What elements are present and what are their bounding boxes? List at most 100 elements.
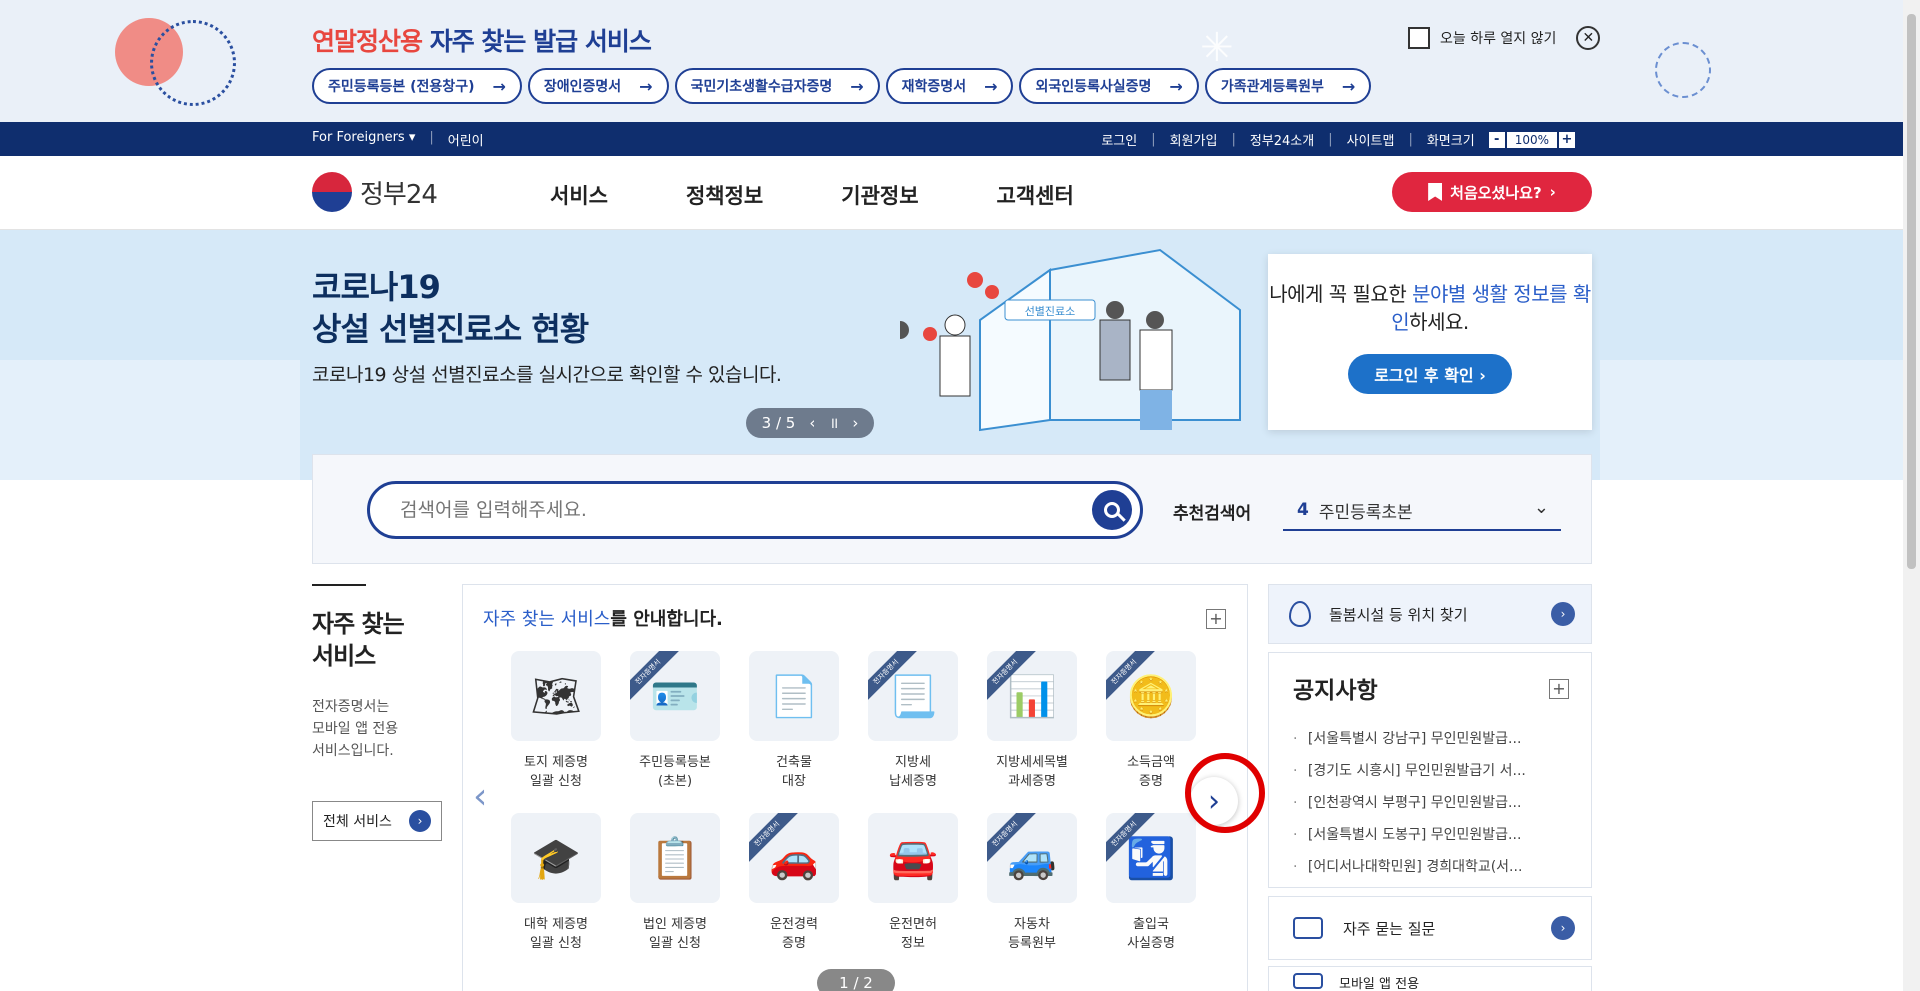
- service-tile: 🎓: [511, 813, 601, 903]
- promo-chip-label: 국민기초생활수급자증명: [690, 79, 833, 95]
- for-foreigners-link[interactable]: For Foreigners ▾: [312, 130, 415, 149]
- promo-chip[interactable]: 재학증명서 →: [885, 68, 1014, 104]
- signup-link[interactable]: 회원가입: [1170, 130, 1218, 149]
- service-item[interactable]: 🎓 대학 제증명 일괄 신청: [511, 813, 601, 953]
- coins-icon: 🪙: [1126, 673, 1176, 720]
- notice-item[interactable]: [서울특별시 도봉구] 무인민원발급...: [1293, 819, 1573, 851]
- promo-chip[interactable]: 장애인증명서 →: [527, 68, 669, 104]
- promo-close-area: 오늘 하루 열지 않기 ✕: [1408, 26, 1601, 50]
- service-item[interactable]: 전자증명서 📃 지방세 납세증명: [868, 651, 958, 791]
- service-tile: 전자증명서 🚙: [987, 813, 1077, 903]
- service-item[interactable]: 📄 건축물 대장: [749, 651, 839, 791]
- close-icon[interactable]: ✕: [1576, 26, 1601, 50]
- promo-chip[interactable]: 외국인등록사실증명 →: [1019, 68, 1199, 104]
- faq-link[interactable]: 자주 묻는 질문 ›: [1268, 896, 1592, 960]
- login-to-check-button[interactable]: 로그인 후 확인 ›: [1348, 354, 1512, 394]
- decorative-dotted-ring: [150, 20, 236, 106]
- first-visit-button[interactable]: 처음오셨나요? ›: [1392, 172, 1592, 212]
- document-search-icon: 📄: [769, 673, 819, 720]
- promo-chip-label: 장애인증명서: [543, 79, 622, 95]
- service-item[interactable]: 🚘 운전면허 정보: [868, 813, 958, 953]
- document-icon: 📃: [888, 673, 938, 720]
- notice-item[interactable]: [서울특별시 강남구] 무인민원발급...: [1293, 723, 1573, 755]
- divider: |: [1408, 132, 1413, 147]
- service-item[interactable]: 📋 법인 제증명 일괄 신청: [630, 813, 720, 953]
- services-next-button[interactable]: ›: [1190, 777, 1238, 825]
- zoom-out-button[interactable]: -: [1488, 131, 1505, 148]
- zoom-in-button[interactable]: +: [1559, 131, 1575, 148]
- promo-chip[interactable]: 주민등록등본 (전용창구) →: [312, 68, 522, 104]
- service-label: 건축물 대장: [776, 755, 812, 789]
- promo-title-highlight: 연말정산용: [312, 27, 423, 56]
- chevron-right-icon: ›: [1549, 183, 1556, 201]
- service-item[interactable]: 전자증명서 🪪 주민등록등본 (초본): [630, 651, 720, 791]
- all-services-button[interactable]: 전체 서비스 ›: [312, 801, 442, 841]
- promo-chip-list: 주민등록등본 (전용창구) → 장애인증명서 → 국민기초생활수급자증명 → 재학증명…: [312, 68, 1372, 104]
- service-label: 지방세세목별 과세증명: [996, 755, 1068, 789]
- services-prev-button[interactable]: ‹: [473, 777, 497, 817]
- clinic-tent-illustration: 선별진료소: [900, 248, 1241, 432]
- nav-item-services[interactable]: 서비스: [550, 180, 608, 210]
- search-input[interactable]: [400, 499, 1060, 521]
- hide-today-checkbox[interactable]: [1408, 27, 1430, 49]
- promo-chip-label: 외국인등록사실증명: [1035, 79, 1152, 95]
- notice-item[interactable]: [인천광역시 부평구] 무인민원발급...: [1293, 787, 1573, 819]
- frequent-services-description: 전자증명서는 모바일 앱 전용 서비스입니다.: [312, 696, 442, 762]
- login-prompt-message: 나에게 꼭 필요한 분야별 생활 정보를 확인하세요.: [1268, 280, 1592, 336]
- service-item[interactable]: 전자증명서 🪙 소득금액 증명: [1106, 651, 1196, 791]
- nav-item-agencies[interactable]: 기관정보: [841, 180, 918, 210]
- car-scroll-icon: 🚙: [1007, 835, 1057, 882]
- search-button[interactable]: [1092, 490, 1132, 530]
- site-logo[interactable]: 정부24: [312, 172, 438, 212]
- kids-link[interactable]: 어린이: [448, 130, 484, 149]
- faq-label: 자주 묻는 질문: [1343, 919, 1436, 938]
- graduation-cap-icon: 🎓: [531, 835, 581, 882]
- divider: |: [1328, 132, 1333, 147]
- speech-bubble-icon: [1293, 917, 1323, 939]
- map-icon: 🗺: [530, 673, 582, 720]
- service-item[interactable]: 🗺 토지 제증명 일괄 신청: [511, 651, 601, 791]
- id-card-icon: 🪪: [650, 673, 700, 720]
- service-item[interactable]: 전자증명서 🚗 운전경력 증명: [749, 813, 839, 953]
- care-facility-finder[interactable]: 돌봄시설 등 위치 찾기 ›: [1268, 584, 1592, 644]
- services-grid: 🗺 토지 제증명 일괄 신청 전자증명서 🪪 주민등록등본 (초본) 📄 건축물 대장 전자증…: [511, 651, 1196, 953]
- promo-title: 연말정산용 자주 찾는 발급 서비스: [312, 22, 652, 58]
- page-scrollbar[interactable]: [1903, 0, 1920, 991]
- hero-title: 코로나19 상설 선별진료소 현황: [312, 266, 589, 350]
- pause-icon[interactable]: ॥: [829, 413, 838, 433]
- service-tile: 전자증명서 🪪: [630, 651, 720, 741]
- login-link[interactable]: 로그인: [1101, 130, 1137, 149]
- chart-board-icon: 📊: [1007, 673, 1057, 720]
- service-item[interactable]: 전자증명서 🛂 출입국 사실증명: [1106, 813, 1196, 953]
- promo-chip-label: 주민등록등본 (전용창구): [328, 79, 475, 95]
- notice-title: 공지사항: [1293, 678, 1378, 704]
- promo-chip[interactable]: 국민기초생활수급자증명 →: [674, 68, 880, 104]
- hero-next-button[interactable]: ›: [852, 414, 858, 432]
- hero-subtitle: 코로나19 상설 선별진료소를 실시간으로 확인할 수 있습니다.: [312, 364, 782, 386]
- scrollbar-thumb[interactable]: [1907, 14, 1916, 569]
- notice-item[interactable]: [어디서나대학민원] 경희대학교(서...: [1293, 851, 1573, 883]
- service-label: 토지 제증명 일괄 신청: [524, 755, 588, 789]
- recommended-keyword-select[interactable]: 4 주민등록초본 ⌄: [1283, 491, 1561, 531]
- arrow-right-icon: →: [1341, 76, 1356, 96]
- about-link[interactable]: 정부24소개: [1250, 130, 1314, 149]
- more-plus-button[interactable]: +: [1206, 609, 1226, 629]
- promo-chip[interactable]: 가족관계등록원부 →: [1204, 68, 1372, 104]
- notice-item[interactable]: [경기도 시흥시] 무인민원발급기 서...: [1293, 755, 1573, 787]
- service-tile: 📄: [749, 651, 839, 741]
- nav-item-policy[interactable]: 정책정보: [686, 180, 763, 210]
- divider: [312, 584, 366, 586]
- notice-more-button[interactable]: +: [1549, 679, 1569, 699]
- sitemap-link[interactable]: 사이트맵: [1347, 130, 1395, 149]
- nav-item-support[interactable]: 고객센터: [997, 180, 1074, 210]
- mobile-app-link[interactable]: 모바일 앱 전용: [1268, 966, 1592, 991]
- service-item[interactable]: 전자증명서 📊 지방세세목별 과세증명: [987, 651, 1077, 791]
- logo-text: 정부24: [360, 179, 438, 210]
- service-item[interactable]: 전자증명서 🚙 자동차 등록원부: [987, 813, 1077, 953]
- search-field: [367, 481, 1143, 539]
- service-label: 운전경력 증명: [770, 917, 818, 951]
- hide-today-label[interactable]: 오늘 하루 열지 않기: [1440, 28, 1556, 48]
- service-tile: 전자증명서 🛂: [1106, 813, 1196, 903]
- description-line: 전자증명서는: [312, 699, 390, 715]
- hero-prev-button[interactable]: ‹: [809, 414, 815, 432]
